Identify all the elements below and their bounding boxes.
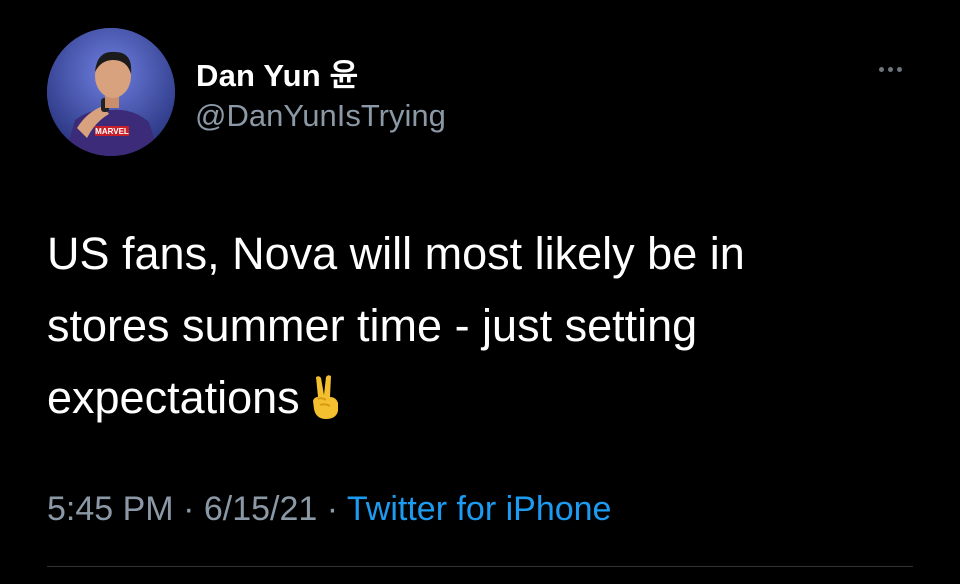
avatar[interactable]: MARVEL	[47, 28, 175, 156]
author-handle[interactable]: @DanYunIsTrying	[195, 98, 446, 134]
more-options-icon[interactable]	[870, 58, 910, 80]
divider	[47, 566, 913, 567]
author-display-name[interactable]: Dan Yun 윤	[196, 50, 358, 95]
tweet-source-link[interactable]: Twitter for iPhone	[347, 490, 612, 528]
tweet-text-line: expectations	[47, 362, 907, 434]
tweet-time[interactable]: 5:45 PM	[47, 490, 174, 528]
victory-hand-emoji	[312, 375, 338, 419]
avatar-shirt-logo: MARVEL	[95, 127, 129, 136]
tweet-text: US fans, Nova will most likely be in sto…	[47, 218, 907, 434]
meta-separator: ·	[317, 490, 347, 528]
meta-separator: ·	[173, 490, 204, 528]
tweet-text-line: US fans, Nova will most likely be in	[47, 228, 745, 279]
tweet-meta: 5:45 PM · 6/15/21 · Twitter for iPhone	[47, 490, 611, 529]
avatar-image: MARVEL	[47, 28, 175, 156]
tweet-card: MARVEL Dan Yun 윤 @DanYunIsTrying US fans…	[0, 0, 960, 584]
tweet-text-line: stores summer time - just setting	[47, 300, 698, 351]
tweet-date[interactable]: 6/15/21	[204, 490, 317, 528]
